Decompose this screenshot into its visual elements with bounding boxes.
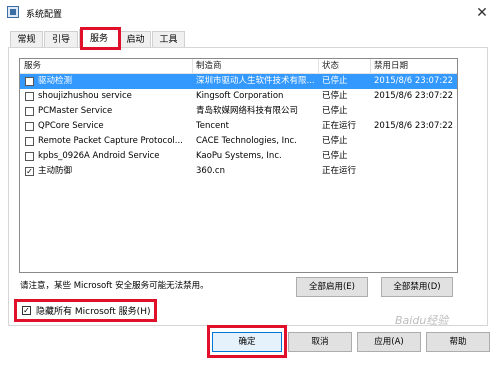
column-header-status[interactable]: 状态 <box>318 59 370 73</box>
service-disabled-date <box>374 149 457 164</box>
service-disabled-date <box>374 104 457 119</box>
table-row[interactable]: QPCore Service Tencent 正在运行 2015/8/6 23:… <box>20 119 457 134</box>
service-disabled-date: 2015/8/6 23:07:22 <box>374 91 454 101</box>
help-button[interactable]: 帮助 <box>426 332 490 352</box>
tab-tools[interactable]: 工具 <box>152 31 185 47</box>
disable-all-button[interactable]: 全部禁用(D) <box>381 277 453 297</box>
service-disabled-date <box>374 134 457 149</box>
ms-services-note: 请注意，某些 Microsoft 安全服务可能无法禁用。 <box>20 281 209 291</box>
ok-button[interactable]: 确定 <box>212 332 282 352</box>
table-row[interactable]: kpbs_0926A Android Service KaoPu Systems… <box>20 149 457 164</box>
cancel-button[interactable]: 取消 <box>288 332 352 352</box>
table-row[interactable]: PCMaster Service 青岛软媒网络科技有限公司 已停止 <box>20 104 457 119</box>
service-manufacturer: Kingsoft Corporation <box>196 91 284 101</box>
services-list[interactable]: 服务 制造商 状态 禁用日期 驱动检测 深圳市驱动人生软件技术有限... 已停止… <box>19 58 458 273</box>
service-manufacturer: Tencent <box>196 121 229 131</box>
service-checkbox[interactable] <box>25 137 34 146</box>
service-name: shoujizhushou service <box>38 91 132 101</box>
title-bar: 系统配置 ✕ <box>0 0 500 26</box>
service-checkbox[interactable] <box>25 77 34 86</box>
service-disabled-date: 2015/8/6 23:07:22 <box>374 121 454 131</box>
column-header-manufacturer[interactable]: 制造商 <box>192 59 318 73</box>
tab-general[interactable]: 常规 <box>10 31 43 47</box>
service-manufacturer: 360.cn <box>196 166 225 176</box>
service-status: 已停止 <box>322 151 348 161</box>
apply-button[interactable]: 应用(A) <box>357 332 421 352</box>
service-manufacturer: 深圳市驱动人生软件技术有限... <box>196 76 315 86</box>
tab-boot[interactable]: 引导 <box>44 31 78 47</box>
close-button[interactable]: ✕ <box>470 4 494 22</box>
service-disabled-date <box>374 164 457 179</box>
table-row[interactable]: ✓ 主动防御 360.cn 正在运行 <box>20 164 457 179</box>
service-status: 正在运行 <box>322 121 357 131</box>
service-name: kpbs_0926A Android Service <box>38 151 160 161</box>
service-name: Remote Packet Capture Protocol... <box>38 136 183 146</box>
watermark: Baidu经验 <box>395 314 449 327</box>
list-header: 服务 制造商 状态 禁用日期 <box>20 59 457 74</box>
service-manufacturer: KaoPu Systems, Inc. <box>196 151 282 161</box>
msconfig-app-icon <box>7 6 19 18</box>
service-name: 主动防御 <box>38 166 73 176</box>
service-name: QPCore Service <box>38 121 104 131</box>
table-row[interactable]: shoujizhushou service Kingsoft Corporati… <box>20 89 457 104</box>
service-status: 已停止 <box>322 76 348 86</box>
tab-services[interactable]: 服务 <box>79 29 119 48</box>
checkbox-checked-icon[interactable]: ✓ <box>22 306 31 315</box>
service-checkbox[interactable] <box>25 122 34 131</box>
tab-startup[interactable]: 启动 <box>120 31 151 47</box>
column-header-disabled-date[interactable]: 禁用日期 <box>370 59 457 73</box>
service-disabled-date: 2015/8/6 23:07:22 <box>374 76 454 86</box>
column-header-service[interactable]: 服务 <box>20 59 192 73</box>
service-checkbox[interactable] <box>25 92 34 101</box>
window-title: 系统配置 <box>26 10 63 20</box>
service-manufacturer: 青岛软媒网络科技有限公司 <box>196 106 299 116</box>
service-checkbox-checked[interactable]: ✓ <box>25 167 34 176</box>
service-manufacturer: CACE Technologies, Inc. <box>196 136 297 146</box>
table-row[interactable]: Remote Packet Capture Protocol... CACE T… <box>20 134 457 149</box>
service-name: 驱动检测 <box>38 76 73 86</box>
service-status: 已停止 <box>322 106 348 116</box>
service-checkbox[interactable] <box>25 152 34 161</box>
enable-all-button[interactable]: 全部启用(E) <box>296 277 368 297</box>
service-status: 已停止 <box>322 136 348 146</box>
service-name: PCMaster Service <box>38 106 113 116</box>
service-status: 已停止 <box>322 91 348 101</box>
service-status: 正在运行 <box>322 166 357 176</box>
service-checkbox[interactable] <box>25 107 34 116</box>
hide-ms-services-label: 隐藏所有 Microsoft 服务(H) <box>36 307 151 317</box>
table-row[interactable]: 驱动检测 深圳市驱动人生软件技术有限... 已停止 2015/8/6 23:07… <box>20 74 457 89</box>
